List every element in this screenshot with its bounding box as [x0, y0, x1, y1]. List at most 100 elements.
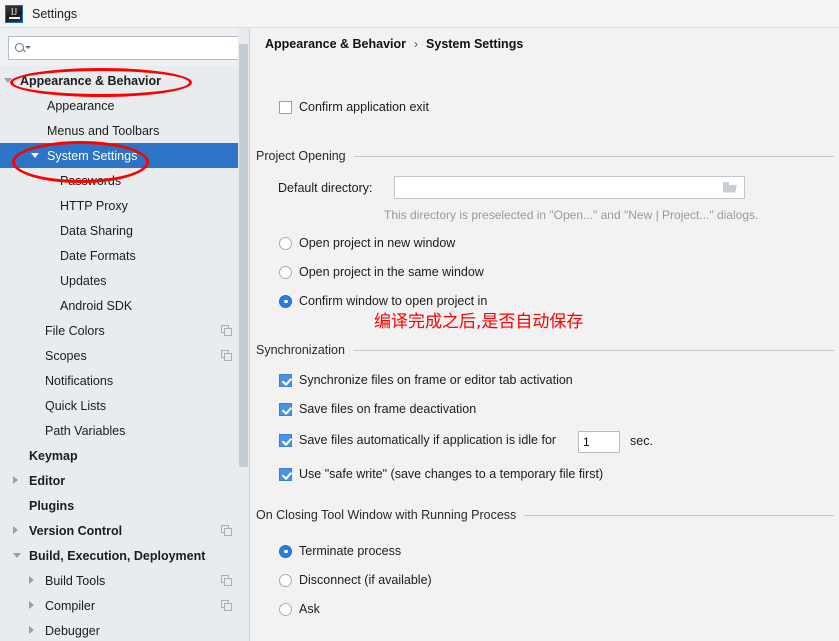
- section-divider: [352, 349, 834, 351]
- sidebar-item-build-execution-deployment[interactable]: Build, Execution, Deployment: [0, 543, 249, 568]
- default-directory-label: Default directory:: [278, 181, 373, 195]
- synchronization-section-header: Synchronization: [256, 343, 834, 357]
- settings-tree: Appearance & Behavior Appearance Menus and…: [0, 66, 249, 641]
- sidebar-item-path-variables[interactable]: Path Variables: [0, 418, 249, 443]
- sidebar-item-passwords[interactable]: Passwords: [0, 168, 249, 193]
- search-box[interactable]: [8, 36, 241, 60]
- settings-sidebar: Appearance & Behavior Appearance Menus and…: [0, 28, 250, 641]
- sidebar-item-build-tools[interactable]: Build Tools: [0, 568, 249, 593]
- title-bar: IJ Settings: [0, 0, 839, 28]
- chevron-down-icon[interactable]: [31, 153, 39, 158]
- sidebar-item-label: Path Variables: [45, 423, 126, 438]
- default-directory-field[interactable]: [394, 176, 745, 199]
- save-files-deactivation-checkbox[interactable]: [279, 402, 292, 416]
- confirm-application-exit-checkbox[interactable]: [279, 100, 292, 114]
- chevron-right-icon[interactable]: [29, 601, 34, 609]
- sidebar-item-date-formats[interactable]: Date Formats: [0, 243, 249, 268]
- disconnect-radio[interactable]: [279, 573, 292, 587]
- save-files-deactivation-row[interactable]: Save files on frame deactivation: [279, 402, 476, 416]
- save-files-idle-label: Save files automatically if application …: [299, 433, 557, 447]
- sidebar-item-editor[interactable]: Editor: [0, 468, 249, 493]
- search-input[interactable]: [31, 38, 240, 58]
- sidebar-item-updates[interactable]: Updates: [0, 268, 249, 293]
- safe-write-checkbox[interactable]: [279, 467, 292, 481]
- chevron-down-icon[interactable]: [4, 78, 12, 83]
- sidebar-item-scopes[interactable]: Scopes: [0, 343, 249, 368]
- sidebar-scrollbar-thumb[interactable]: [239, 44, 248, 467]
- copy-icon[interactable]: [221, 525, 232, 536]
- sidebar-item-quick-lists[interactable]: Quick Lists: [0, 393, 249, 418]
- disconnect-label: Disconnect (if available): [299, 573, 432, 587]
- chevron-right-icon[interactable]: [13, 526, 18, 534]
- sidebar-item-label: Debugger: [45, 623, 100, 638]
- sidebar-item-label: Appearance: [47, 98, 115, 113]
- sidebar-item-compiler[interactable]: Compiler: [0, 593, 249, 618]
- ask-row[interactable]: Ask: [279, 602, 320, 616]
- sidebar-item-appearance[interactable]: Appearance: [0, 93, 249, 118]
- sidebar-item-label: Compiler: [45, 598, 96, 613]
- confirm-window-open-project-radio[interactable]: [279, 294, 292, 308]
- disconnect-row[interactable]: Disconnect (if available): [279, 573, 432, 587]
- sidebar-item-label: Notifications: [45, 373, 114, 388]
- breadcrumb-current: System Settings: [426, 37, 524, 51]
- synchronize-files-checkbox[interactable]: [279, 373, 292, 387]
- synchronize-files-label: Synchronize files on frame or editor tab…: [299, 373, 573, 387]
- project-opening-title: Project Opening: [256, 149, 346, 163]
- synchronize-files-row[interactable]: Synchronize files on frame or editor tab…: [279, 373, 573, 387]
- copy-icon[interactable]: [221, 325, 232, 336]
- chevron-right-icon[interactable]: [13, 476, 18, 484]
- copy-icon[interactable]: [221, 600, 232, 611]
- sidebar-item-label: Appearance & Behavior: [20, 73, 162, 88]
- sidebar-item-system-settings[interactable]: System Settings: [0, 143, 249, 168]
- copy-icon[interactable]: [221, 575, 232, 586]
- sidebar-item-debugger[interactable]: Debugger: [0, 618, 249, 641]
- sidebar-item-label: HTTP Proxy: [60, 198, 128, 213]
- sidebar-item-appearance-behavior[interactable]: Appearance & Behavior: [0, 68, 249, 93]
- ask-radio[interactable]: [279, 602, 292, 616]
- sidebar-item-keymap[interactable]: Keymap: [0, 443, 249, 468]
- sidebar-item-notifications[interactable]: Notifications: [0, 368, 249, 393]
- sidebar-item-plugins[interactable]: Plugins: [0, 493, 249, 518]
- sidebar-item-data-sharing[interactable]: Data Sharing: [0, 218, 249, 243]
- window-title: Settings: [32, 6, 78, 21]
- sidebar-item-file-colors[interactable]: File Colors: [0, 318, 249, 343]
- copy-icon[interactable]: [221, 350, 232, 361]
- breadcrumb-separator-icon: ›: [414, 37, 419, 51]
- confirm-application-exit-row[interactable]: Confirm application exit: [279, 100, 429, 114]
- sidebar-item-label: Passwords: [60, 173, 122, 188]
- chevron-right-icon[interactable]: [29, 626, 34, 634]
- settings-dialog: IJ Settings Appearance & Behavior Appeara…: [0, 0, 839, 641]
- folder-icon[interactable]: [723, 182, 737, 193]
- sidebar-item-label: Editor: [29, 473, 66, 488]
- confirm-window-open-project-label: Confirm window to open project in: [299, 294, 488, 308]
- idle-seconds-field[interactable]: [578, 431, 620, 453]
- section-divider: [353, 155, 834, 157]
- sidebar-scrollbar-track[interactable]: [238, 28, 249, 641]
- open-project-new-window-radio[interactable]: [279, 236, 292, 250]
- save-files-deactivation-label: Save files on frame deactivation: [299, 402, 477, 416]
- sidebar-item-android-sdk[interactable]: Android SDK: [0, 293, 249, 318]
- chevron-down-icon[interactable]: [13, 553, 21, 558]
- sidebar-item-version-control[interactable]: Version Control: [0, 518, 249, 543]
- chevron-right-icon[interactable]: [29, 576, 34, 584]
- open-project-new-window-row[interactable]: Open project in new window: [279, 236, 455, 250]
- confirm-window-open-project-row[interactable]: Confirm window to open project in: [279, 294, 487, 308]
- safe-write-row[interactable]: Use "safe write" (save changes to a temp…: [279, 467, 603, 481]
- idle-seconds-input[interactable]: [579, 432, 617, 452]
- intellij-idea-icon: IJ: [5, 4, 23, 23]
- closing-tool-window-title: On Closing Tool Window with Running Proc…: [256, 508, 517, 522]
- save-files-idle-checkbox[interactable]: [279, 433, 292, 447]
- confirm-application-exit-label: Confirm application exit: [299, 100, 429, 114]
- default-directory-input[interactable]: [395, 177, 715, 198]
- breadcrumb-parent[interactable]: Appearance & Behavior: [265, 37, 406, 51]
- open-project-same-window-radio[interactable]: [279, 265, 292, 279]
- sidebar-item-menus-and-toolbars[interactable]: Menus and Toolbars: [0, 118, 249, 143]
- open-project-same-window-row[interactable]: Open project in the same window: [279, 265, 484, 279]
- project-opening-section-header: Project Opening: [256, 149, 834, 163]
- sidebar-item-label: Date Formats: [60, 248, 136, 263]
- terminate-process-radio[interactable]: [279, 544, 292, 558]
- sidebar-item-label: Version Control: [29, 523, 123, 538]
- sidebar-item-http-proxy[interactable]: HTTP Proxy: [0, 193, 249, 218]
- terminate-process-row[interactable]: Terminate process: [279, 544, 401, 558]
- save-files-idle-row[interactable]: Save files automatically if application …: [279, 433, 556, 447]
